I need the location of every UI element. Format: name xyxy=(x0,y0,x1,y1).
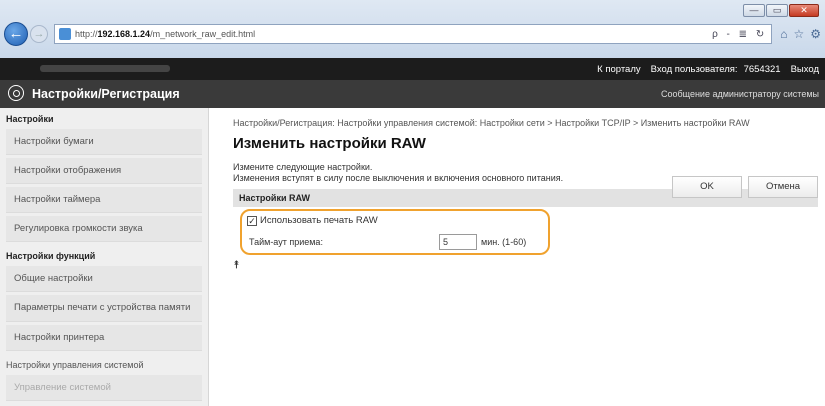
timeout-units: мин. (1-60) xyxy=(481,237,527,247)
ok-button[interactable]: OK xyxy=(672,176,742,198)
address-tools[interactable]: ρ - ≣ ↻ xyxy=(712,29,767,40)
login-value: 7654321 xyxy=(743,63,781,75)
settings-registration-icon xyxy=(8,85,24,101)
device-name-blurred xyxy=(40,65,170,72)
home-icon[interactable]: ⌂ xyxy=(780,27,787,41)
sidebar-item-timer-settings[interactable]: Настройки таймера xyxy=(6,187,202,213)
navigation-bar: ← → http://192.168.1.24/m_network_raw_ed… xyxy=(4,22,821,46)
raw-settings-panel: ✓ Использовать печать RAW Тайм-аут прием… xyxy=(233,207,818,259)
window-controls: — ▭ ✕ xyxy=(743,4,819,17)
settings-gear-icon[interactable]: ⚙ xyxy=(810,27,821,41)
use-raw-label[interactable]: Использовать печать RAW xyxy=(260,215,378,226)
browser-chrome: — ▭ ✕ ← → http://192.168.1.24/m_network_… xyxy=(0,0,825,58)
url-text[interactable]: http://192.168.1.24/m_network_raw_edit.h… xyxy=(75,29,712,39)
cancel-button[interactable]: Отмена xyxy=(748,176,818,198)
action-buttons: OK Отмена xyxy=(672,176,818,198)
sidebar-category-system: Настройки управления системой xyxy=(6,360,144,370)
user-login-info: Вход пользователя: 7654321 xyxy=(651,64,781,75)
page-icon xyxy=(59,28,71,40)
header-title: Настройки/Регистрация xyxy=(32,87,180,101)
sidebar-item-memory-print[interactable]: Параметры печати с устройства памяти xyxy=(6,295,202,322)
sidebar-item-printer-settings[interactable]: Настройки принтера xyxy=(6,325,202,351)
page-title: Изменить настройки RAW xyxy=(233,135,426,152)
close-window-button[interactable]: ✕ xyxy=(789,4,819,17)
sidebar-category-functions: Настройки функций xyxy=(6,251,96,261)
portal-topbar: К порталу Вход пользователя: 7654321 Вых… xyxy=(0,58,825,80)
minimize-button[interactable]: — xyxy=(743,4,765,17)
sidebar-category-settings: Настройки xyxy=(6,114,54,124)
go-to-top-icon[interactable]: ⯭ xyxy=(233,259,240,272)
favorites-icon[interactable]: ☆ xyxy=(793,27,804,41)
info-line-1: Измените следующие настройки. xyxy=(233,162,373,172)
timeout-row: Тайм-аут приема: 5 мин. (1-60) xyxy=(249,233,539,251)
use-raw-row: ✓ Использовать печать RAW xyxy=(247,215,378,226)
timeout-input[interactable]: 5 xyxy=(439,234,477,250)
address-bar[interactable]: http://192.168.1.24/m_network_raw_edit.h… xyxy=(54,24,773,44)
main-content: Настройки/Регистрация: Настройки управле… xyxy=(233,108,818,275)
sidebar: Настройки Настройки бумаги Настройки ото… xyxy=(0,108,209,406)
timeout-label: Тайм-аут приема: xyxy=(249,237,323,247)
sidebar-item-display-settings[interactable]: Настройки отображения xyxy=(6,158,202,184)
use-raw-checkbox[interactable]: ✓ xyxy=(247,215,257,226)
maximize-button[interactable]: ▭ xyxy=(766,4,788,17)
logout-link[interactable]: Выход xyxy=(791,64,819,75)
sidebar-item-volume[interactable]: Регулировка громкости звука xyxy=(6,216,202,242)
browser-icons: ⌂ ☆ ⚙ xyxy=(780,27,821,41)
breadcrumb: Настройки/Регистрация: Настройки управле… xyxy=(233,118,750,128)
portal-link[interactable]: К порталу xyxy=(597,64,641,75)
sidebar-item-system-management[interactable]: Управление системой xyxy=(6,375,202,401)
login-label: Вход пользователя: xyxy=(650,63,738,75)
sidebar-item-paper-settings[interactable]: Настройки бумаги xyxy=(6,129,202,155)
back-button[interactable]: ← xyxy=(4,22,28,46)
sidebar-item-common-settings[interactable]: Общие настройки xyxy=(6,266,202,292)
page-header: Настройки/Регистрация Сообщение админист… xyxy=(0,80,825,108)
forward-button[interactable]: → xyxy=(30,25,48,43)
admin-message-link[interactable]: Сообщение администратору системы xyxy=(661,89,819,99)
